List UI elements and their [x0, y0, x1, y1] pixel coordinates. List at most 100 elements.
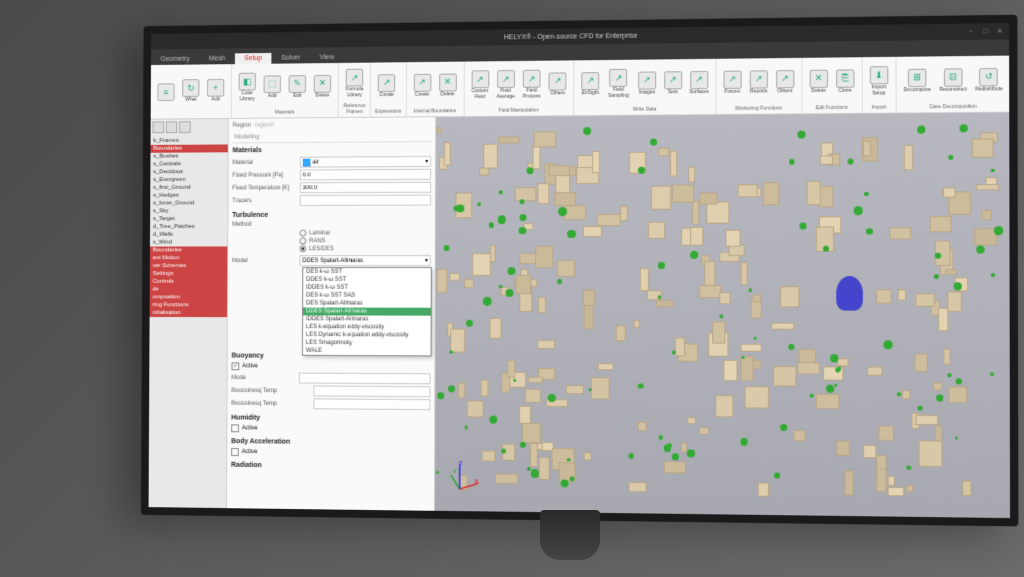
- ribbon-button[interactable]: ↻What: [179, 66, 202, 116]
- ribbon-button[interactable]: ↗Sets: [661, 61, 685, 105]
- tree: [797, 130, 805, 138]
- ribbon-button[interactable]: ↗Field Sampling: [604, 62, 633, 106]
- material-swatch-icon: [303, 158, 311, 166]
- building: [725, 230, 740, 247]
- tracers-label: Tracers: [232, 198, 299, 204]
- building: [898, 289, 906, 300]
- tab-mesh[interactable]: Mesh: [199, 53, 235, 64]
- close-button[interactable]: ✕: [995, 26, 1005, 36]
- ribbon-button[interactable]: ↗Field Process: [520, 63, 544, 107]
- buoyancy-mode-input[interactable]: [299, 373, 431, 385]
- tree-item[interactable]: Settings: [150, 270, 227, 278]
- dropdown-option[interactable]: DES k-ω SST: [303, 268, 431, 276]
- dropdown-option[interactable]: IDDES k-ω SST: [303, 284, 431, 292]
- ribbon-button[interactable]: ↗Reports: [746, 60, 770, 105]
- building: [616, 325, 626, 341]
- ribbon-button[interactable]: ↺Redistribute: [972, 58, 1006, 103]
- ribbon-button[interactable]: +Add: [204, 66, 227, 116]
- boussinesq2-label: Boussinesq Temp: [231, 400, 313, 407]
- boussinesq1-input[interactable]: [313, 386, 430, 398]
- dropdown-option[interactable]: DDES k-ω SST: [303, 276, 431, 284]
- ribbon-button[interactable]: ⬇Import Setup: [867, 59, 892, 104]
- tree: [567, 230, 575, 238]
- fixed-pressure-input[interactable]: [300, 169, 431, 181]
- model-select[interactable]: DDES Spalart-Allmaras ▾ Select the turbu…: [299, 255, 430, 266]
- ribbon-button[interactable]: ⊞Decompose: [900, 58, 934, 103]
- tree: [990, 372, 994, 376]
- tree-tool-icon[interactable]: [166, 121, 177, 133]
- ribbon-button[interactable]: ↗Forces: [720, 61, 744, 105]
- tree-item[interactable]: d_Tree_Patches: [150, 223, 227, 231]
- tree-item[interactable]: Boundaries: [150, 246, 227, 254]
- tree-item[interactable]: Controls: [150, 278, 227, 286]
- tab-setup[interactable]: Setup: [235, 53, 272, 64]
- tree-item[interactable]: nitialisation: [150, 309, 227, 317]
- tree: [506, 289, 514, 297]
- turbulence-method-radio[interactable]: RANS: [300, 237, 431, 244]
- building: [699, 285, 721, 298]
- ribbon-button[interactable]: ↗Others: [546, 62, 570, 106]
- building: [943, 348, 950, 365]
- tracers-input[interactable]: [300, 195, 431, 206]
- ribbon-button[interactable]: ⬚Add: [261, 66, 284, 109]
- ribbon-button[interactable]: ✕Delete: [311, 65, 334, 109]
- boussinesq2-input[interactable]: [313, 398, 430, 410]
- ribbon-button[interactable]: ◧Color Library: [236, 66, 259, 109]
- tree-item[interactable]: omposition: [150, 293, 227, 301]
- building: [633, 320, 640, 328]
- tree: [638, 167, 645, 174]
- ribbon-button[interactable]: ↗Images: [635, 61, 659, 105]
- dropdown-option[interactable]: WALE: [303, 347, 431, 355]
- humidity-active-checkbox[interactable]: [231, 424, 239, 432]
- tree-tool-icon[interactable]: [179, 121, 191, 133]
- ribbon-button[interactable]: ↗Field Average: [494, 63, 518, 107]
- turbulence-method-radio[interactable]: LES/DES: [299, 245, 430, 252]
- tab-view[interactable]: View: [310, 52, 344, 63]
- buoyancy-active-checkbox[interactable]: ✓: [232, 362, 240, 370]
- ribbon-button[interactable]: ↗Surfaces: [687, 61, 711, 105]
- building: [943, 188, 955, 198]
- tree-item[interactable]: ds: [150, 286, 227, 294]
- tree-tool-icon[interactable]: [153, 121, 164, 133]
- minimize-button[interactable]: −: [966, 26, 976, 36]
- ribbon-button[interactable]: ↗Create: [375, 64, 399, 108]
- body-accel-active-checkbox[interactable]: [231, 448, 239, 456]
- ribbon-button[interactable]: ✎Edit: [286, 65, 309, 108]
- building: [863, 445, 877, 459]
- ribbon-button[interactable]: ✕Delete: [436, 64, 460, 108]
- building: [902, 390, 911, 399]
- ribbon-button[interactable]: ↗Others: [773, 60, 797, 105]
- tab-geometry[interactable]: Geometry: [151, 54, 199, 65]
- dropdown-option[interactable]: DES k-ω SST SAS: [303, 292, 431, 300]
- ribbon-button[interactable]: ↗Create: [410, 64, 434, 108]
- tree-item[interactable]: s_Wind: [150, 239, 227, 247]
- tree-item[interactable]: d_Walls: [150, 231, 227, 239]
- turbulence-method-radio[interactable]: Laminar: [300, 229, 431, 236]
- ribbon-button[interactable]: ↗EnSight: [578, 62, 602, 106]
- maximize-button[interactable]: □: [980, 26, 990, 36]
- ribbon-button[interactable]: ↗Custom Field: [468, 63, 492, 107]
- ribbon-icon: ↗: [749, 70, 767, 88]
- ribbon-button[interactable]: ⊟Reconstruct: [936, 58, 970, 103]
- tree-item[interactable]: s_Target: [150, 215, 227, 223]
- ribbon-button[interactable]: ≡: [154, 67, 177, 117]
- ribbon-button[interactable]: ✕Delete: [806, 60, 830, 105]
- 3d-viewport[interactable]: X Y Z: [435, 113, 1010, 518]
- ribbon-button[interactable]: ↗Formula Library: [343, 65, 367, 103]
- ribbon-group: ↗Create✕DeleteInternal Boundaries: [406, 62, 464, 117]
- tab-solver[interactable]: Solver: [272, 52, 310, 63]
- tree-item[interactable]: ring Functions: [150, 301, 227, 309]
- ribbon-button[interactable]: ⎘Clone: [833, 59, 858, 104]
- form-tab[interactable]: Modelling: [233, 131, 432, 143]
- axis-gizmo[interactable]: X Y Z: [445, 461, 485, 501]
- tree-item[interactable]: ver Schemes: [150, 262, 227, 270]
- building: [464, 279, 474, 288]
- tree-item[interactable]: s_Sky: [150, 207, 227, 215]
- building: [687, 417, 696, 424]
- dropdown-option[interactable]: DES Spalart-Allmaras: [303, 300, 431, 308]
- material-select[interactable]: air ▾: [300, 156, 431, 168]
- tree: [466, 320, 473, 327]
- tree-item[interactable]: ent Motion: [150, 254, 227, 262]
- building: [807, 181, 821, 205]
- fixed-temp-input[interactable]: [300, 182, 431, 193]
